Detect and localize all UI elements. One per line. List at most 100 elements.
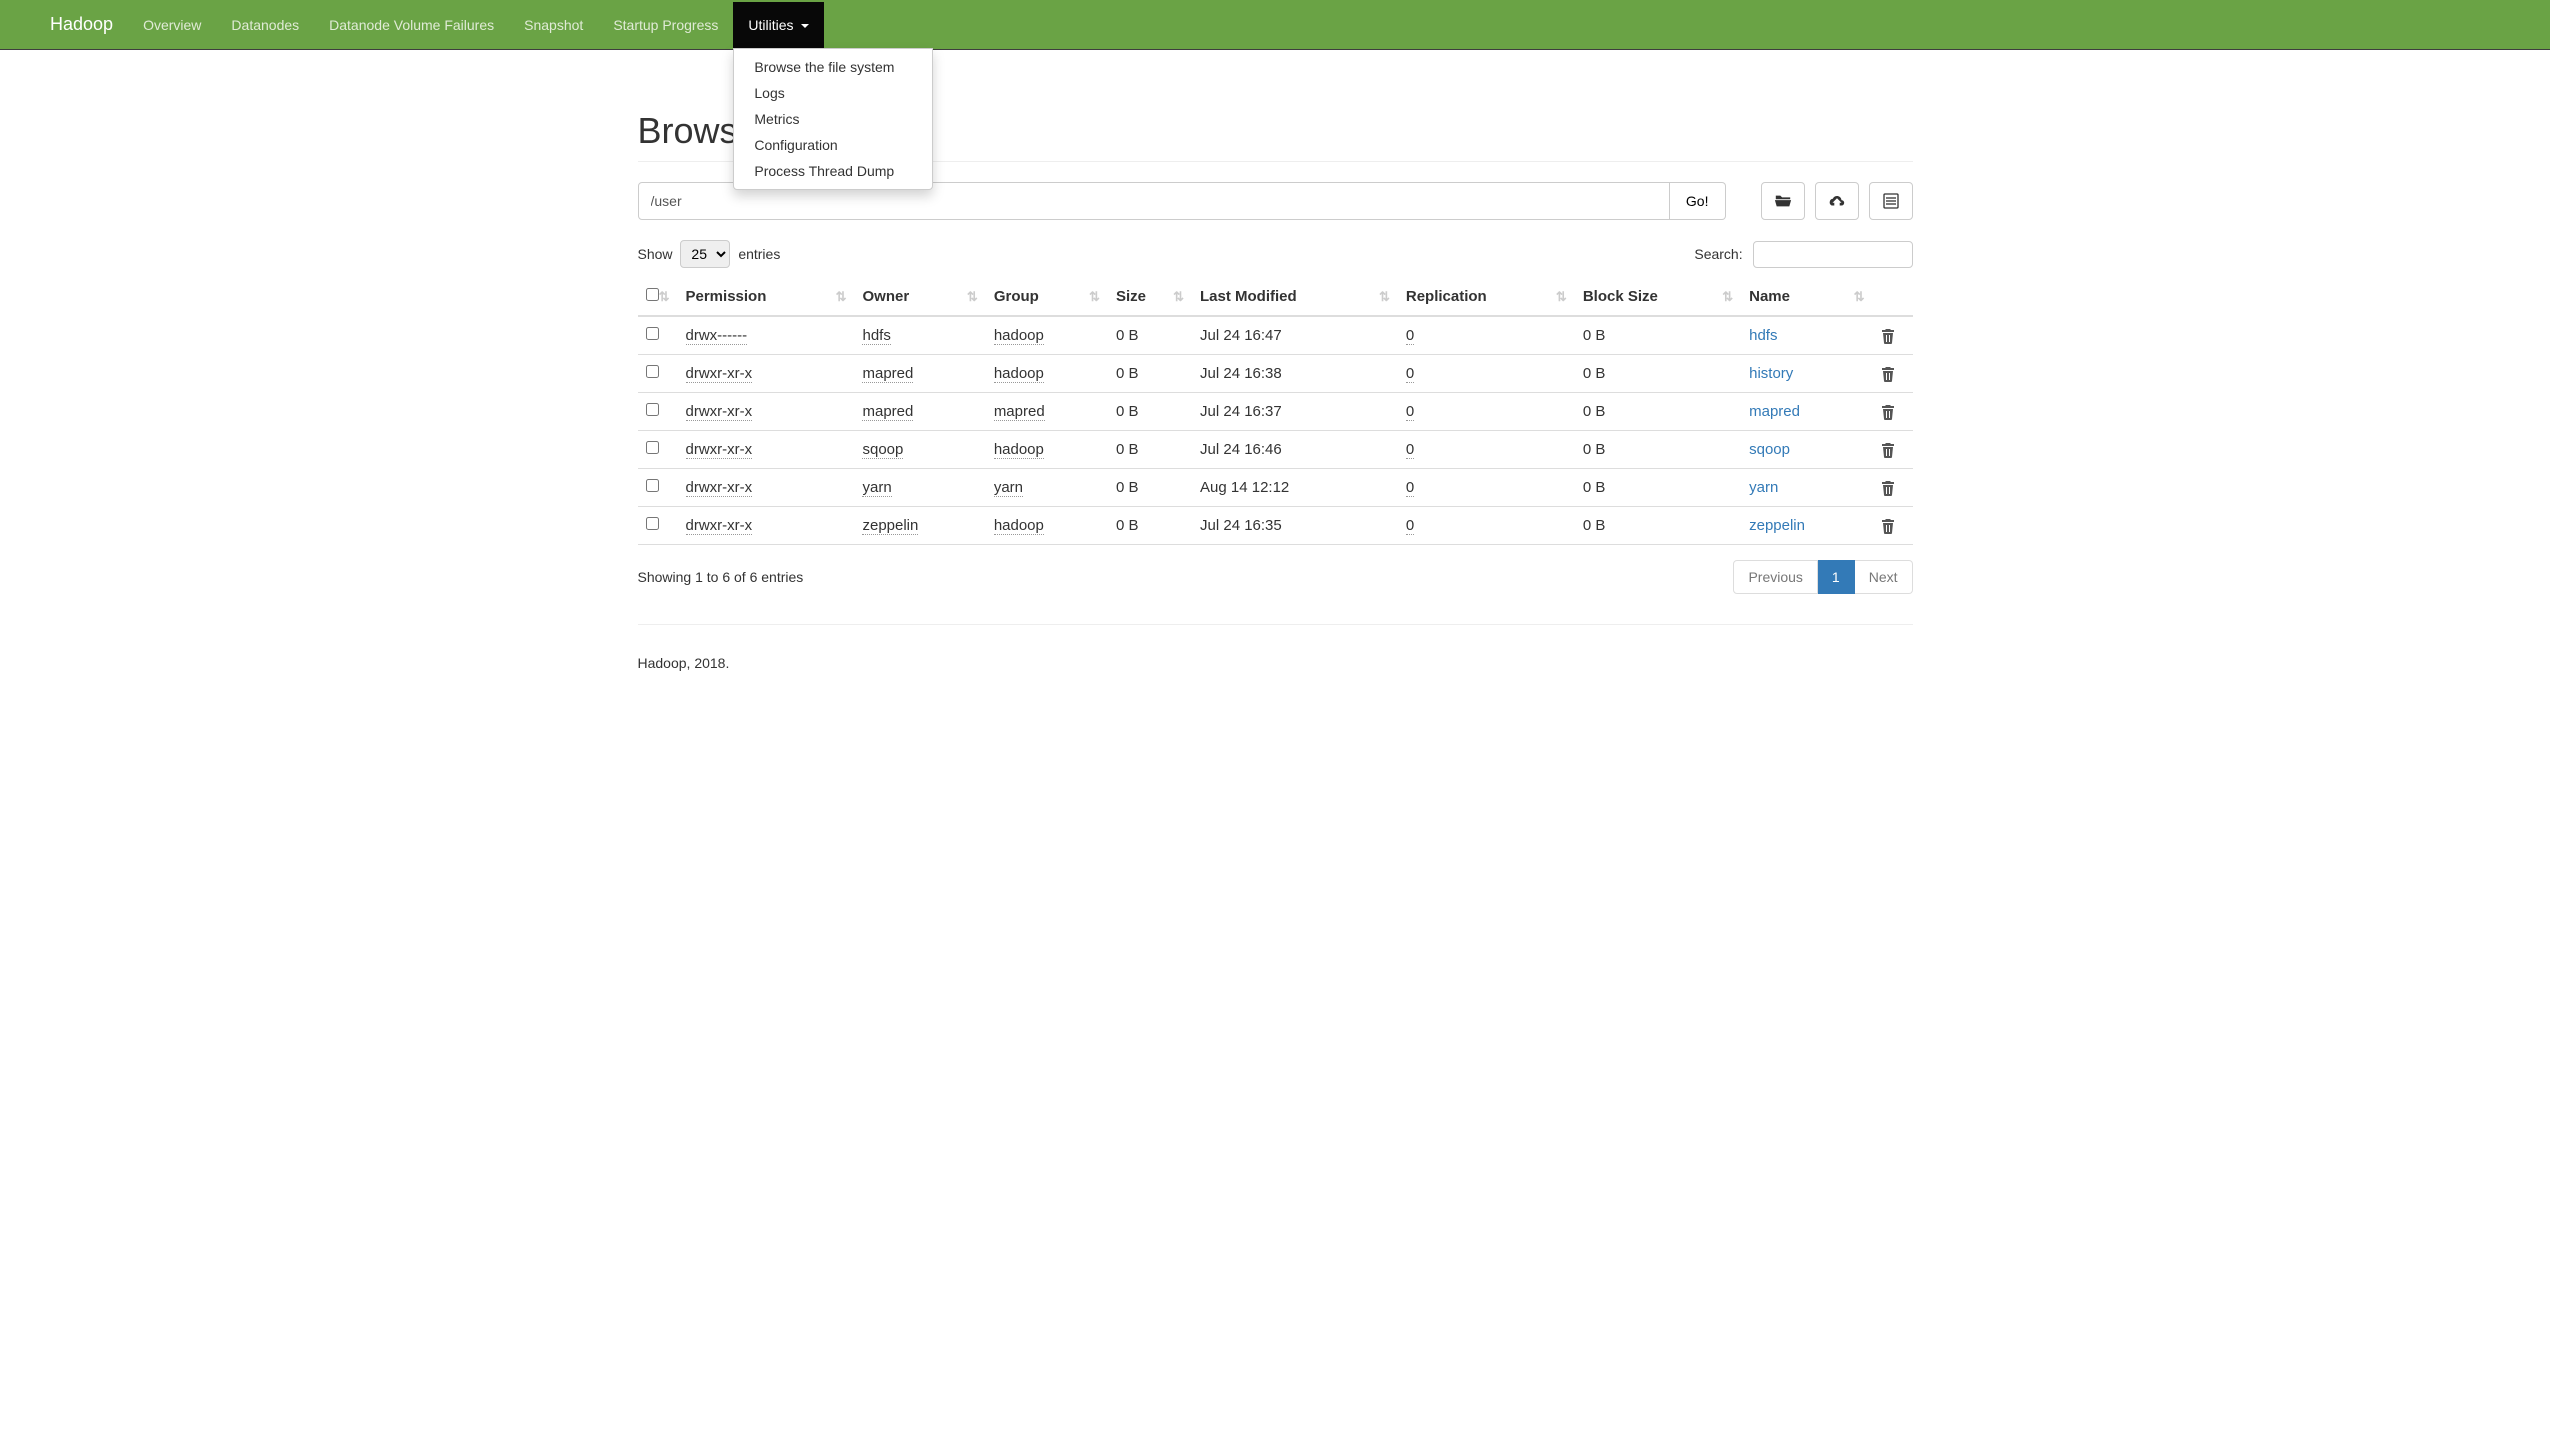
- row-checkbox[interactable]: [646, 327, 659, 340]
- go-button[interactable]: Go!: [1670, 182, 1726, 220]
- upload-button[interactable]: [1815, 182, 1859, 220]
- replication-cell[interactable]: 0: [1406, 365, 1414, 383]
- row-checkbox[interactable]: [646, 403, 659, 416]
- permission-cell[interactable]: drwx------: [686, 327, 748, 345]
- table-row: drwxr-xr-xsqoophadoop0 BJul 24 16:4600 B…: [638, 431, 1913, 469]
- owner-cell[interactable]: mapred: [862, 365, 913, 383]
- nav-snapshot[interactable]: Snapshot: [509, 2, 598, 48]
- nav-datanodes[interactable]: Datanodes: [216, 2, 314, 48]
- search-label: Search:: [1694, 246, 1742, 262]
- size-cell: 0 B: [1108, 469, 1192, 507]
- name-link[interactable]: yarn: [1749, 479, 1778, 496]
- trash-icon[interactable]: [1881, 442, 1905, 458]
- dropdown-metrics[interactable]: Metrics: [734, 106, 932, 132]
- col-permission[interactable]: Permission⇅: [678, 278, 855, 316]
- entries-select[interactable]: 25: [680, 240, 730, 268]
- list-icon: [1883, 193, 1899, 209]
- blocksize-cell: 0 B: [1575, 355, 1741, 393]
- nav-utilities[interactable]: Utilities Browse the file system Logs Me…: [733, 2, 824, 48]
- modified-cell: Jul 24 16:35: [1192, 507, 1398, 545]
- owner-cell[interactable]: mapred: [862, 403, 913, 421]
- table-controls: Show 25 entries Search:: [638, 240, 1913, 268]
- permission-cell[interactable]: drwxr-xr-x: [686, 441, 753, 459]
- table-row: drwxr-xr-xyarnyarn0 BAug 14 12:1200 Byar…: [638, 469, 1913, 507]
- cloud-upload-icon: [1828, 193, 1846, 209]
- list-button[interactable]: [1869, 182, 1913, 220]
- group-cell[interactable]: mapred: [994, 403, 1045, 421]
- name-link[interactable]: zeppelin: [1749, 517, 1805, 534]
- sort-icon: ⇅: [1379, 289, 1390, 305]
- replication-cell[interactable]: 0: [1406, 327, 1414, 345]
- replication-cell[interactable]: 0: [1406, 403, 1414, 421]
- brand-link[interactable]: Hadoop: [50, 0, 128, 50]
- search-box: Search:: [1694, 241, 1912, 268]
- row-checkbox[interactable]: [646, 479, 659, 492]
- col-modified[interactable]: Last Modified⇅: [1192, 278, 1398, 316]
- trash-icon[interactable]: [1881, 328, 1905, 344]
- group-cell[interactable]: hadoop: [994, 327, 1044, 345]
- next-page-button[interactable]: Next: [1855, 560, 1913, 594]
- nav-utilities-label: Utilities: [748, 17, 793, 33]
- size-cell: 0 B: [1108, 431, 1192, 469]
- group-cell[interactable]: hadoop: [994, 517, 1044, 535]
- dropdown-logs[interactable]: Logs: [734, 80, 932, 106]
- owner-cell[interactable]: yarn: [862, 479, 891, 497]
- open-folder-button[interactable]: [1761, 182, 1805, 220]
- nav-startup-progress[interactable]: Startup Progress: [598, 2, 733, 48]
- dropdown-browse-fs[interactable]: Browse the file system: [734, 54, 932, 80]
- nav-volume-failures[interactable]: Datanode Volume Failures: [314, 2, 509, 48]
- permission-cell[interactable]: drwxr-xr-x: [686, 403, 753, 421]
- trash-icon[interactable]: [1881, 366, 1905, 382]
- prev-page-button[interactable]: Previous: [1733, 560, 1817, 594]
- size-cell: 0 B: [1108, 316, 1192, 355]
- blocksize-cell: 0 B: [1575, 507, 1741, 545]
- folder-open-icon: [1774, 193, 1792, 209]
- trash-icon[interactable]: [1881, 404, 1905, 420]
- col-replication[interactable]: Replication⇅: [1398, 278, 1575, 316]
- name-link[interactable]: history: [1749, 365, 1793, 382]
- col-name[interactable]: Name⇅: [1741, 278, 1872, 316]
- search-input[interactable]: [1753, 241, 1913, 268]
- replication-cell[interactable]: 0: [1406, 517, 1414, 535]
- group-cell[interactable]: yarn: [994, 479, 1023, 497]
- name-link[interactable]: hdfs: [1749, 327, 1777, 344]
- row-checkbox[interactable]: [646, 441, 659, 454]
- permission-cell[interactable]: drwxr-xr-x: [686, 365, 753, 383]
- replication-cell[interactable]: 0: [1406, 479, 1414, 497]
- col-group[interactable]: Group⇅: [986, 278, 1108, 316]
- showing-text: Showing 1 to 6 of 6 entries: [638, 569, 804, 585]
- col-blocksize[interactable]: Block Size⇅: [1575, 278, 1741, 316]
- owner-cell[interactable]: zeppelin: [862, 517, 918, 535]
- nav-overview[interactable]: Overview: [128, 2, 216, 48]
- modified-cell: Jul 24 16:47: [1192, 316, 1398, 355]
- page-1-button[interactable]: 1: [1818, 560, 1855, 594]
- dropdown-configuration[interactable]: Configuration: [734, 132, 932, 158]
- owner-cell[interactable]: hdfs: [862, 327, 890, 345]
- dropdown-thread-dump[interactable]: Process Thread Dump: [734, 158, 932, 184]
- trash-icon[interactable]: [1881, 480, 1905, 496]
- replication-cell[interactable]: 0: [1406, 441, 1414, 459]
- select-all-checkbox[interactable]: [646, 288, 659, 301]
- group-cell[interactable]: hadoop: [994, 365, 1044, 383]
- group-cell[interactable]: hadoop: [994, 441, 1044, 459]
- row-checkbox[interactable]: [646, 365, 659, 378]
- trash-icon[interactable]: [1881, 518, 1905, 534]
- owner-cell[interactable]: sqoop: [862, 441, 903, 459]
- sort-icon: ⇅: [1854, 289, 1865, 305]
- table-row: drwxr-xr-xmapredhadoop0 BJul 24 16:3800 …: [638, 355, 1913, 393]
- permission-cell[interactable]: drwxr-xr-x: [686, 479, 753, 497]
- caret-down-icon: [801, 24, 809, 28]
- file-table: ⇅ Permission⇅ Owner⇅ Group⇅ Size⇅ Last M…: [638, 278, 1913, 545]
- blocksize-cell: 0 B: [1575, 469, 1741, 507]
- sort-icon: ⇅: [1089, 289, 1100, 305]
- col-size[interactable]: Size⇅: [1108, 278, 1192, 316]
- permission-cell[interactable]: drwxr-xr-x: [686, 517, 753, 535]
- footer-text: Hadoop, 2018.: [638, 645, 1913, 711]
- divider: [638, 624, 1913, 625]
- utilities-dropdown: Browse the file system Logs Metrics Conf…: [733, 48, 933, 190]
- table-row: drwx------hdfshadoop0 BJul 24 16:4700 Bh…: [638, 316, 1913, 355]
- col-owner[interactable]: Owner⇅: [854, 278, 985, 316]
- name-link[interactable]: mapred: [1749, 403, 1800, 420]
- row-checkbox[interactable]: [646, 517, 659, 530]
- name-link[interactable]: sqoop: [1749, 441, 1790, 458]
